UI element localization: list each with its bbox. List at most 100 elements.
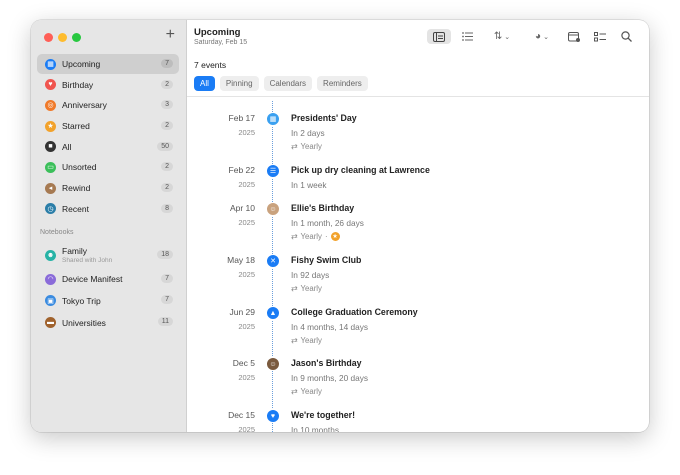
notebook-item-tokyo-trip[interactable]: ▣ Tokyo Trip 7 [37, 290, 179, 311]
page-title: Upcoming [194, 27, 241, 38]
notebooks-list: ☻ Family Shared with John 18 ◠ Device Manifes… [37, 242, 179, 334]
zoom-window-button[interactable] [72, 33, 81, 42]
checklist-icon [594, 31, 606, 41]
sidebar-item-rewind[interactable]: ◂ Rewind 2 [37, 178, 179, 198]
count-badge: 7 [161, 59, 173, 68]
sidebar-item-recent[interactable]: ◷ Recent 8 [37, 199, 179, 219]
sidebar-item-label: Upcoming [62, 59, 101, 69]
event-year: 2025 [238, 270, 255, 279]
filter-chip-calendars[interactable]: Calendars [263, 76, 313, 91]
event-relative-time: In 9 months, 20 days [291, 373, 369, 383]
search-button[interactable] [617, 29, 635, 44]
event-title: Jason's Birthday [291, 358, 362, 368]
sidebar-item-label: Birthday [62, 79, 94, 90]
sidebar-item-label: All [62, 141, 72, 152]
star-icon: ★ [330, 232, 340, 241]
add-icon[interactable]: + [166, 27, 175, 43]
event-row[interactable]: May 18 2025 ✕ Fishy Swim Club In 92 days ⇄ Yea… [187, 242, 649, 294]
event-row[interactable]: Apr 10 2025 ☺ Ellie's Birthday In 1 month, 2… [187, 190, 649, 242]
event-year: 2025 [238, 218, 255, 227]
sidebar-list: ▦ Upcoming 7 ♥ Birthday 2 ◎ Anniversary 3 ★ Starre… [37, 54, 179, 220]
event-relative-time: In 1 month, 26 days [291, 218, 364, 228]
filter-bar: 7 events All Pinning Calendars Reminders [187, 56, 649, 97]
repeat-icon: ⇄ [291, 336, 298, 345]
avatar-icon: ☺ [266, 357, 280, 371]
event-date: Feb 22 [228, 165, 255, 175]
sidebar-item-upcoming[interactable]: ▦ Upcoming 7 [37, 54, 179, 74]
notebooks-heading: Notebooks [40, 229, 74, 236]
count-badge: 2 [161, 162, 173, 172]
event-date: May 18 [227, 255, 255, 265]
filter-chip-all[interactable]: All [194, 76, 215, 91]
notebook-item-universities[interactable]: ▬ Universities 11 [37, 312, 179, 333]
sidebar-item-unsorted[interactable]: ▭ Unsorted 2 [37, 157, 179, 177]
notebook-item-device-manifest[interactable]: ◠ Device Manifest 7 [37, 269, 179, 290]
sort-button[interactable]: ⇅ ⌄ [487, 29, 517, 44]
event-row[interactable]: Dec 5 2025 ☺ Jason's Birthday In 9 months, 2… [187, 345, 649, 397]
event-year: 2025 [238, 322, 255, 331]
folder-icon: ▬ [45, 317, 56, 329]
checklist-icon: ☰ [266, 164, 280, 178]
event-row[interactable]: Dec 15 2025 ♥ We're together! In 10 months [187, 397, 649, 432]
sidebar-item-anniversary[interactable]: ◎ Anniversary 3 [37, 95, 179, 115]
count-badge: 3 [161, 100, 173, 110]
tray-icon: ▭ [45, 161, 56, 173]
chevron-down-icon: ⌄ [543, 33, 549, 41]
chevron-down-icon: ⌄ [504, 33, 511, 41]
event-date: Apr 10 [229, 203, 255, 213]
list-view-button[interactable] [457, 29, 477, 44]
palette-icon: ◕ [535, 31, 542, 42]
graduation-cap-icon: ▲ [266, 306, 280, 320]
sidebar-item-starred[interactable]: ★ Starred 2 [37, 116, 179, 136]
window-controls [44, 33, 81, 42]
repeat-info: ⇄ Yearly [291, 284, 322, 293]
heart-icon: ♥ [266, 409, 280, 423]
repeat-info: ⇄ Yearly [291, 387, 322, 396]
avatar-icon: ☺ [266, 202, 280, 216]
sidebar-item-label: Starred [62, 121, 90, 132]
event-title: We're together! [291, 410, 356, 420]
event-date: Dec 15 [228, 410, 255, 420]
filter-chips: All Pinning Calendars Reminders [194, 76, 368, 91]
count-badge: 8 [161, 203, 173, 213]
people-icon: ☻ [45, 249, 56, 261]
sidebar-item-label: Recent [62, 203, 89, 214]
event-title: Pick up dry cleaning at Lawrence [291, 165, 430, 175]
event-row[interactable]: Feb 17 2025 ▦ Presidents' Day In 2 days ⇄ Year… [187, 100, 649, 152]
filter-chip-reminders[interactable]: Reminders [317, 76, 368, 91]
event-year: 2025 [238, 425, 255, 432]
event-row[interactable]: Jun 29 2025 ▲ College Graduation Ceremony In… [187, 294, 649, 346]
sidebar-item-all[interactable]: ■ All 50 [37, 137, 179, 157]
sidebar-item-birthday[interactable]: ♥ Birthday 2 [37, 75, 179, 95]
repeat-label: Yearly [300, 232, 322, 241]
rewind-icon: ◂ [45, 182, 56, 194]
event-title: College Graduation Ceremony [291, 307, 418, 317]
count-badge: 2 [161, 79, 173, 89]
minimize-window-button[interactable] [58, 33, 67, 42]
notebook-label: Tokyo Trip [62, 295, 101, 306]
notebook-label: Device Manifest [62, 274, 123, 285]
event-year: 2025 [238, 373, 255, 382]
swim-icon: ✕ [266, 254, 280, 268]
toolbar: Upcoming Saturday, Feb 15 ⇅ ⌄ ◕ ⌄ [187, 20, 649, 54]
calendar-icon: ▦ [266, 112, 280, 126]
sidebar-item-label: Rewind [62, 183, 91, 194]
repeat-label: Yearly [300, 284, 322, 293]
checklist-button[interactable] [591, 29, 609, 44]
filter-chip-pinning[interactable]: Pinning [219, 76, 259, 91]
timeline-view-button[interactable] [427, 29, 451, 44]
event-title: Fishy Swim Club [291, 255, 362, 265]
repeat-label: Yearly [300, 336, 322, 345]
close-window-button[interactable] [44, 33, 53, 42]
count-badge: 7 [161, 273, 173, 283]
event-title: Presidents' Day [291, 113, 357, 123]
repeat-info: ⇄ Yearly · ★ [291, 232, 340, 241]
add-event-button[interactable] [565, 29, 583, 44]
notebook-item-family[interactable]: ☻ Family Shared with John 18 [37, 242, 179, 268]
sidebar-item-label: Anniversary [62, 100, 107, 111]
event-title: Ellie's Birthday [291, 203, 355, 213]
separator-dot: · [324, 232, 328, 241]
event-relative-time: In 4 months, 14 days [291, 322, 369, 332]
appearance-button[interactable]: ◕ ⌄ [527, 29, 557, 44]
event-relative-time: In 1 week [291, 180, 327, 190]
